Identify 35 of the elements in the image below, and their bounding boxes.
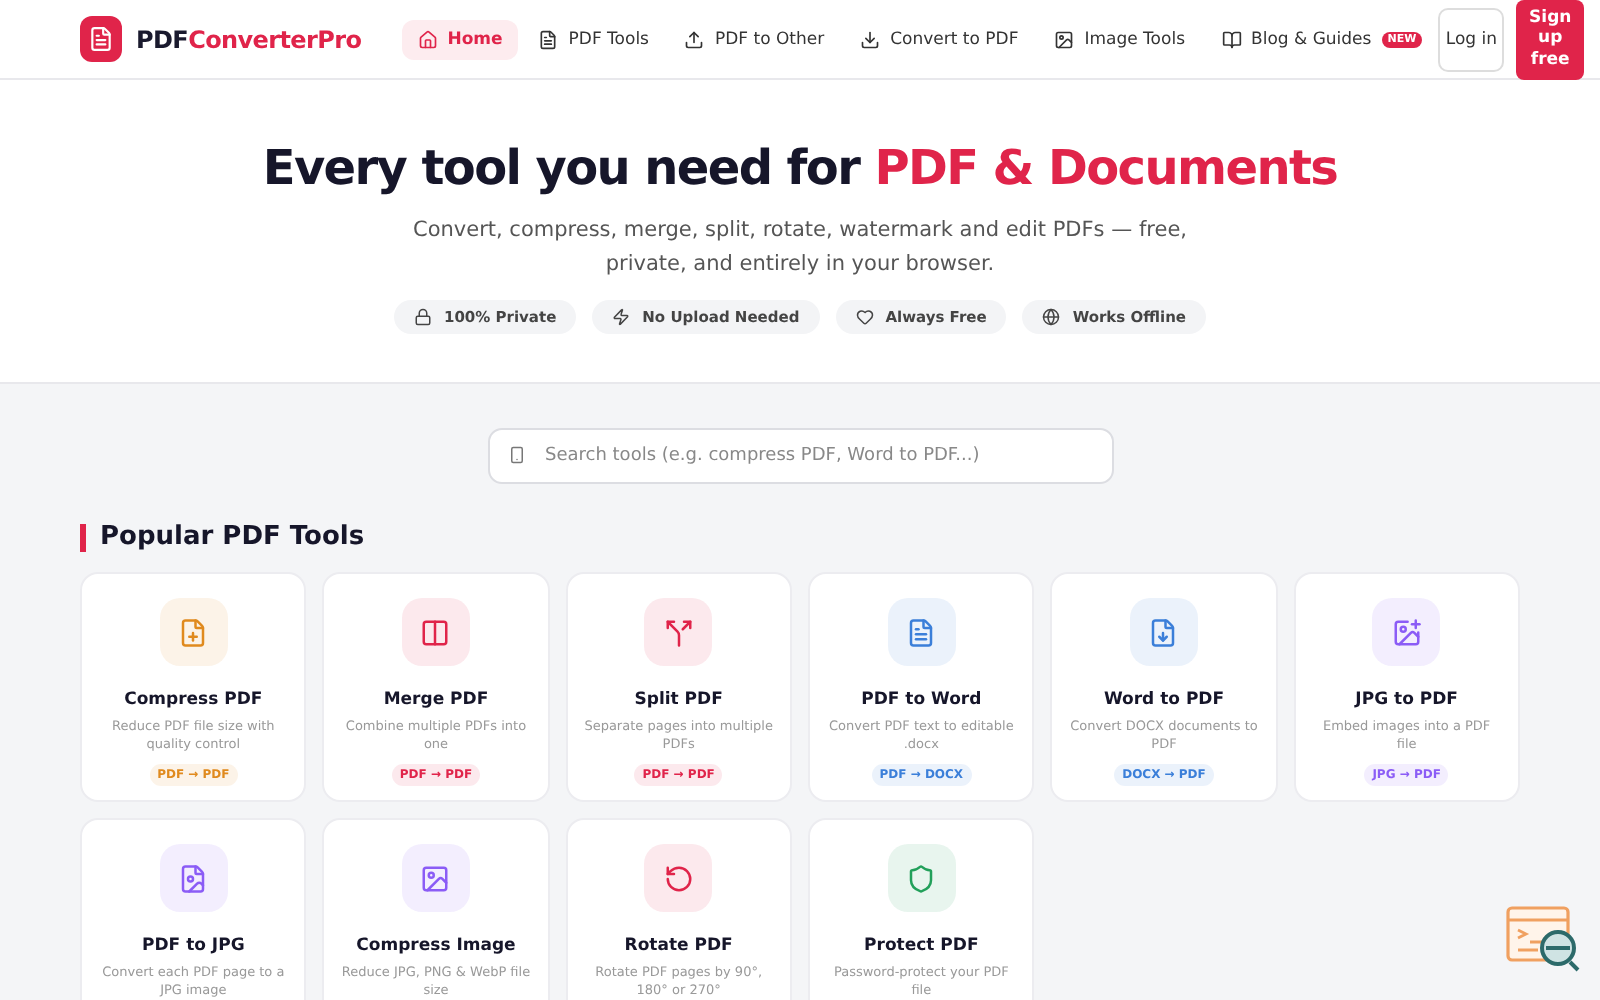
tool-name: Protect PDF (864, 936, 979, 956)
tool-name: Compress PDF (124, 690, 263, 710)
phone-icon (507, 446, 525, 464)
globe-icon (1042, 308, 1061, 326)
tool-name: Compress Image (356, 936, 516, 956)
tool-name: Merge PDF (383, 690, 489, 710)
tool-name: Split PDF (634, 690, 723, 710)
heart-icon (855, 308, 874, 326)
login-button[interactable]: Log in (1438, 7, 1505, 71)
signup-button[interactable]: Sign up free (1516, 0, 1585, 79)
tool-name: PDF to Word (861, 690, 982, 710)
download-icon (860, 29, 881, 49)
image-icon (1054, 29, 1075, 49)
logo-icon[interactable] (80, 16, 123, 62)
tool-name: PDF to JPG (142, 936, 245, 956)
section-title: Popular PDF Tools (80, 524, 1520, 552)
lightning-icon (612, 308, 631, 326)
brand-name[interactable]: PDFConverterPro (136, 25, 362, 53)
nav-link[interactable]: PDF Tools (522, 19, 665, 59)
search-field[interactable]: Search tools (e.g. compress PDF, Word to PDF...) (487, 428, 1113, 484)
tool-name: Rotate PDF (624, 936, 733, 956)
hero-title: Every tool you need for PDF & Documents (262, 140, 1338, 196)
nav-link[interactable]: PDF to Other (668, 19, 841, 59)
home-icon (417, 29, 438, 49)
book-icon (1221, 29, 1241, 49)
tool-name: JPG to PDF (1355, 690, 1458, 710)
tool-name: Word to PDF (1103, 690, 1225, 710)
nav-link[interactable]: Image Tools (1038, 19, 1201, 59)
nav-link[interactable]: Convert to PDF (844, 19, 1035, 59)
upload-icon (684, 29, 705, 49)
hero-subtitle: Convert, compress, merge, split, rotate, watermark and edit PDFs — free, private, and entirely in your browser. (410, 216, 1189, 280)
lock-icon (413, 308, 432, 326)
code-search-drawing[interactable] (1504, 904, 1584, 976)
document-icon (538, 29, 559, 49)
nav-link[interactable]: Home (401, 19, 519, 59)
